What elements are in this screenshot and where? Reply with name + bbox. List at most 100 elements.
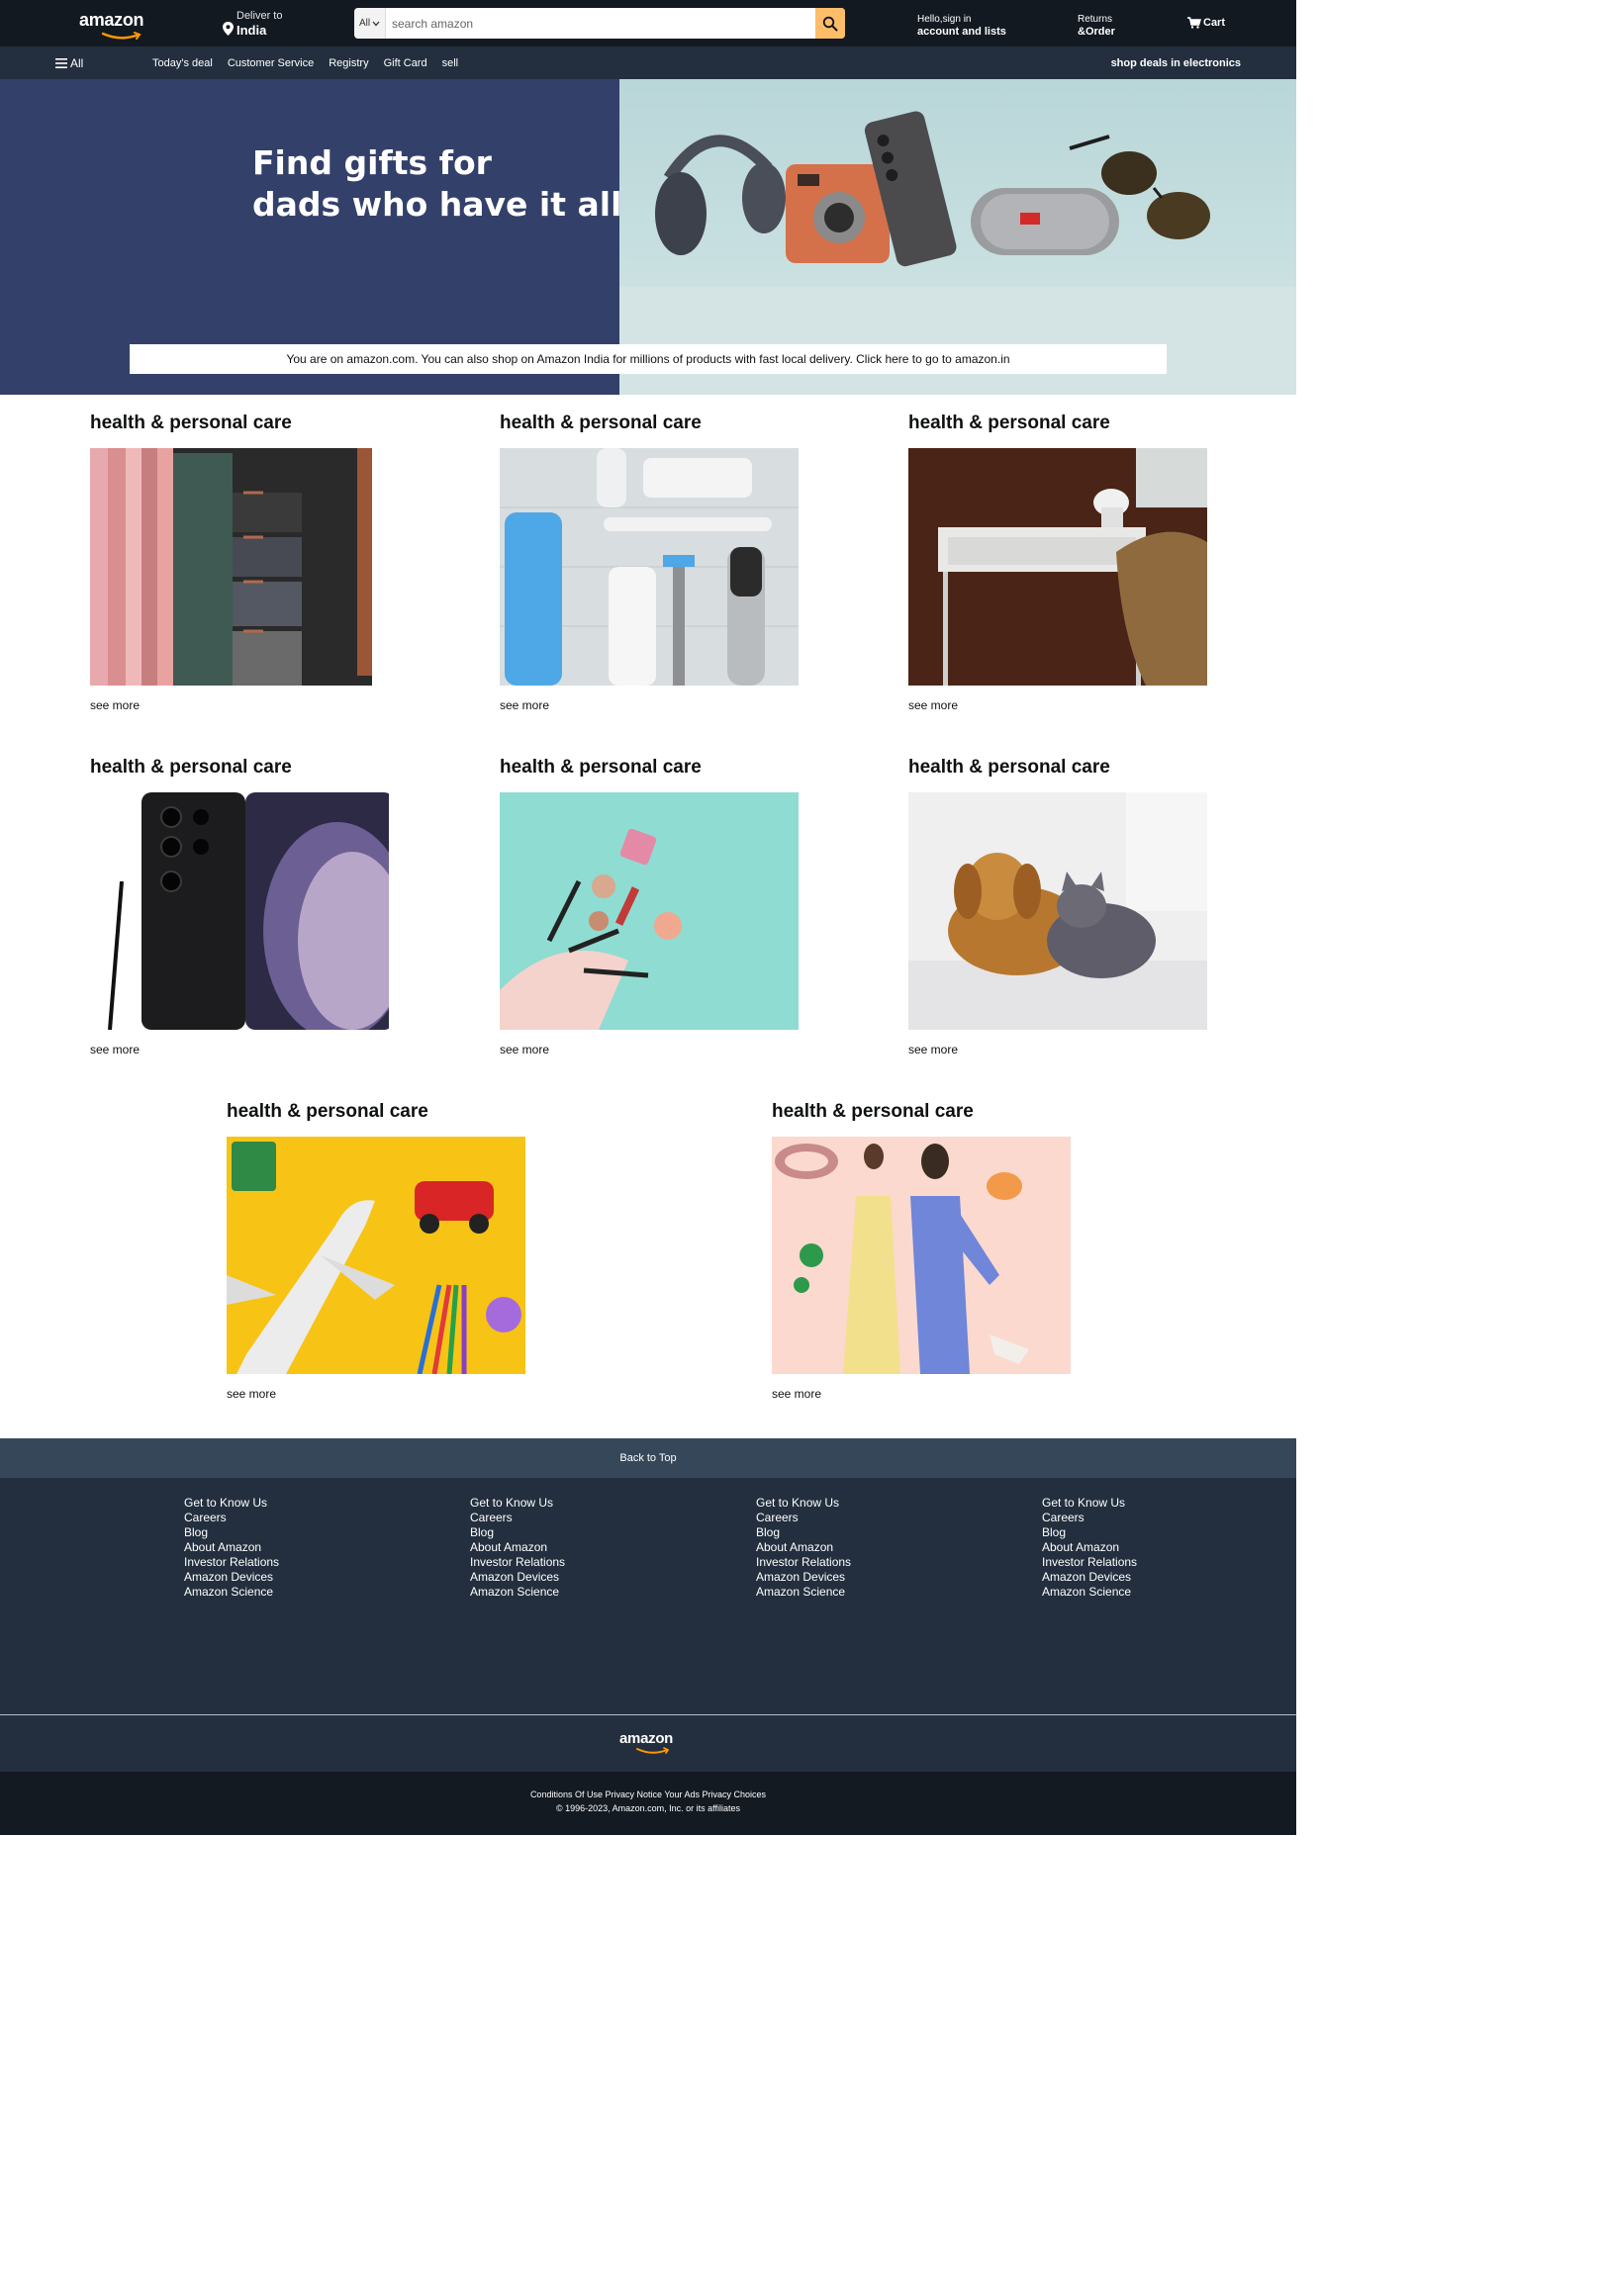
card-image-toiletries[interactable] [500,448,799,686]
instant-camera-illustration [786,164,890,263]
footer-link-investor[interactable]: Investor Relations [756,1555,851,1570]
nav-link-sell[interactable]: sell [442,57,459,69]
footer-link-careers[interactable]: Careers [756,1511,851,1525]
cart-icon [1187,17,1201,29]
product-card[interactable]: health & personal care see more [908,413,1225,712]
card-title: health & personal care [90,413,292,433]
footer-link-science[interactable]: Amazon Science [184,1585,279,1600]
returns-orders[interactable]: Returns &Order [1078,14,1115,38]
footer-link-about[interactable]: About Amazon [184,1540,279,1555]
hero-title: Find gifts for dads who have it all [252,142,621,226]
all-menu-label: All [70,56,84,70]
logo-text: amazon [79,10,144,30]
headphones-illustration [655,135,786,255]
footer-logo-text: amazon [619,1730,674,1747]
see-more-link[interactable]: see more [227,1387,543,1401]
footer-column: Get to Know Us Careers Blog About Amazon… [470,1496,565,1600]
footer-link-devices[interactable]: Amazon Devices [756,1570,851,1585]
footer-heading[interactable]: Get to Know Us [1042,1496,1137,1511]
search-bar: All [354,8,845,39]
deliver-label: Deliver to [236,10,283,22]
amazon-logo[interactable]: amazon [79,10,148,40]
product-card[interactable]: health & personal care see more [908,757,1225,1056]
footer-link-about[interactable]: About Amazon [756,1540,851,1555]
search-input[interactable] [386,8,815,39]
footer-link-science[interactable]: Amazon Science [1042,1585,1137,1600]
footer-link-science[interactable]: Amazon Science [470,1585,565,1600]
legal-links[interactable]: Conditions Of Use Privacy Notice Your Ad… [0,1790,1296,1799]
footer-link-investor[interactable]: Investor Relations [470,1555,565,1570]
card-image-pets[interactable] [908,792,1207,1030]
card-image-smartphone[interactable] [90,792,389,1030]
product-card[interactable]: health & personal care see more [500,757,816,1056]
footer-link-about[interactable]: About Amazon [470,1540,565,1555]
see-more-link[interactable]: see more [908,1043,1225,1056]
card-image-makeup[interactable] [500,792,799,1030]
orders-label: &Order [1078,26,1115,38]
deliver-location: India [236,23,267,38]
search-icon [822,16,838,31]
footer-link-careers[interactable]: Careers [470,1511,565,1525]
footer-link-careers[interactable]: Careers [1042,1511,1137,1525]
footer-link-investor[interactable]: Investor Relations [1042,1555,1137,1570]
card-title: health & personal care [908,757,1110,778]
product-card[interactable]: health & personal care see more [227,1101,543,1401]
footer-link-blog[interactable]: Blog [756,1525,851,1540]
see-more-link[interactable]: see more [90,698,407,712]
footer-link-blog[interactable]: Blog [184,1525,279,1540]
nav-bar: All Today's deal Customer Service Regist… [0,46,1296,79]
footer-column: Get to Know Us Careers Blog About Amazon… [184,1496,279,1600]
hero-banner[interactable]: Find gifts for dads who have it all You … [0,79,1296,395]
nav-link-todays-deal[interactable]: Today's deal [152,57,213,69]
footer-heading[interactable]: Get to Know Us [470,1496,565,1511]
shop-deals-link[interactable]: shop deals in electronics [1111,57,1241,69]
speaker-illustration [971,188,1119,255]
hamburger-menu-icon [55,58,67,68]
search-category-select[interactable]: All [354,8,386,39]
see-more-link[interactable]: see more [90,1043,407,1056]
card-image-desk[interactable] [908,448,1207,686]
footer-link-careers[interactable]: Careers [184,1511,279,1525]
card-image-fashion[interactable] [772,1137,1071,1374]
cart-label: Cart [1203,17,1226,29]
product-card[interactable]: health & personal care see more [90,413,407,712]
footer-link-blog[interactable]: Blog [470,1525,565,1540]
amazon-india-notice[interactable]: You are on amazon.com. You can also shop… [130,344,1167,374]
footer-link-about[interactable]: About Amazon [1042,1540,1137,1555]
footer-heading[interactable]: Get to Know Us [184,1496,279,1511]
footer-link-investor[interactable]: Investor Relations [184,1555,279,1570]
footer-link-blog[interactable]: Blog [1042,1525,1137,1540]
footer-link-science[interactable]: Amazon Science [756,1585,851,1600]
product-card[interactable]: health & personal care see more [772,1101,1088,1401]
nav-links: Today's deal Customer Service Registry G… [152,57,458,69]
card-image-toys[interactable] [227,1137,525,1374]
nav-link-gift-card[interactable]: Gift Card [384,57,427,69]
nav-link-registry[interactable]: Registry [329,57,368,69]
footer-link-devices[interactable]: Amazon Devices [470,1570,565,1585]
signin-greeting: Hello,sign in [917,14,972,25]
nav-link-customer-service[interactable]: Customer Service [228,57,314,69]
all-menu-button[interactable]: All [55,56,83,70]
account-lists-label: account and lists [917,26,1006,38]
logo-smile-icon [101,32,142,40]
footer-heading[interactable]: Get to Know Us [756,1496,851,1511]
cart-button[interactable]: Cart [1187,17,1225,29]
see-more-link[interactable]: see more [908,698,1225,712]
back-to-top-button[interactable]: Back to Top [0,1438,1296,1478]
product-card[interactable]: health & personal care see more [90,757,407,1056]
see-more-link[interactable]: see more [500,1043,816,1056]
hero-title-line2: dads who have it all [252,185,622,224]
footer-column: Get to Know Us Careers Blog About Amazon… [1042,1496,1137,1600]
account-signin[interactable]: Hello,sign in account and lists [917,14,1006,38]
product-card[interactable]: health & personal care see more [500,413,816,712]
footer-links: Get to Know Us Careers Blog About Amazon… [0,1478,1296,1714]
footer-link-devices[interactable]: Amazon Devices [1042,1570,1137,1585]
footer-logo-bar: amazon [0,1715,1296,1772]
search-button[interactable] [815,8,845,39]
card-image-scarves[interactable] [90,448,389,686]
see-more-link[interactable]: see more [500,698,816,712]
footer-amazon-logo[interactable]: amazon [619,1730,679,1756]
card-title: health & personal care [227,1101,428,1122]
footer-link-devices[interactable]: Amazon Devices [184,1570,279,1585]
see-more-link[interactable]: see more [772,1387,1088,1401]
